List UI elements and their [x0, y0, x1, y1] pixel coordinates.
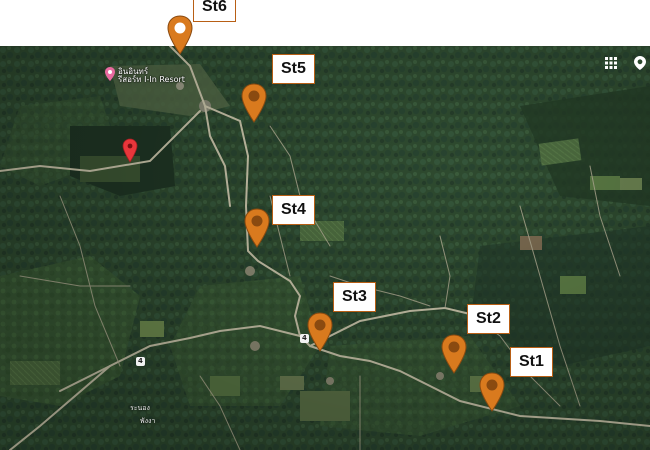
station-pin-icon-st5[interactable]	[239, 82, 269, 124]
map-terrain	[0, 46, 650, 450]
place-icon[interactable]	[634, 56, 646, 70]
station-pin-icon-st4[interactable]	[242, 207, 272, 249]
station-pin-icon-st6[interactable]	[165, 14, 195, 56]
station-label-st2: St2	[467, 304, 510, 334]
grid-icon[interactable]	[605, 56, 617, 69]
poi-marker-icon[interactable]	[104, 66, 116, 86]
station-pin-icon-st2[interactable]	[439, 333, 469, 375]
station-label-st6: St6	[193, 0, 236, 22]
station-label-st5: St5	[272, 54, 315, 84]
poi-name-line2: รีสอร์ท I-In Resort	[118, 75, 185, 85]
station-label-st4: St4	[272, 195, 315, 225]
station-pin-icon-st3[interactable]	[305, 311, 335, 353]
location-pin-icon[interactable]	[122, 138, 138, 164]
poi-label[interactable]: อินอินทร์ รีสอร์ท I-In Resort	[118, 67, 185, 85]
station-label-st1: St1	[510, 347, 553, 377]
station-label-st3: St3	[333, 282, 376, 312]
route-shield: 4	[136, 357, 145, 366]
station-pin-icon-st1[interactable]	[477, 371, 507, 413]
road-label: พังงา	[140, 417, 156, 425]
satellite-map[interactable]	[0, 46, 650, 450]
road-label: ระนอง	[130, 404, 150, 412]
